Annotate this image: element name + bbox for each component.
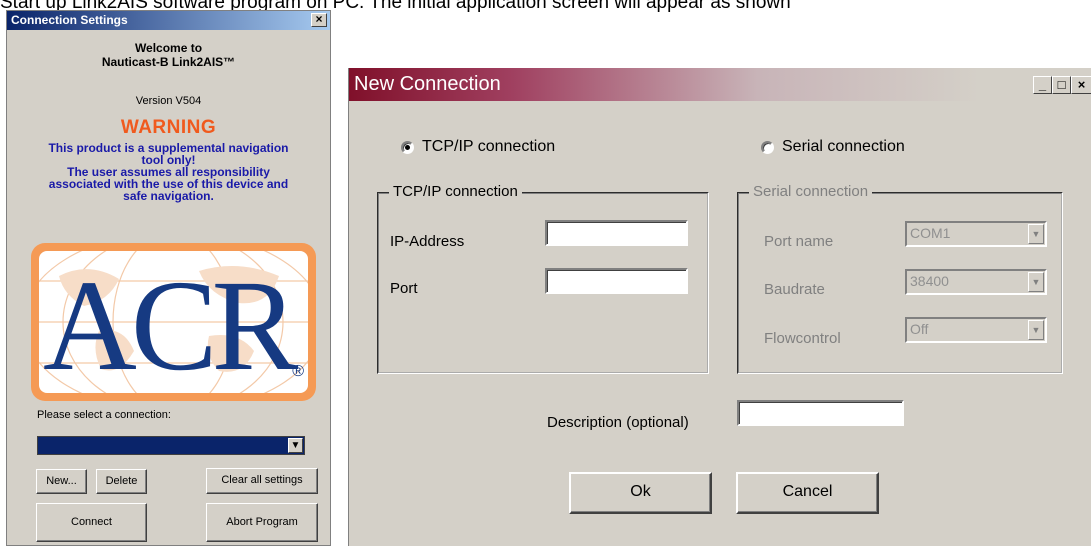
tcp-ip-radio[interactable]: TCP/IP connection: [401, 138, 555, 156]
flowcontrol-label: Flowcontrol: [764, 330, 841, 347]
ip-address-field[interactable]: [545, 220, 688, 246]
chevron-down-icon: ▼: [1028, 320, 1044, 340]
close-icon[interactable]: ×: [311, 13, 327, 27]
port-name-label: Port name: [764, 233, 834, 250]
warning-title: WARNING: [120, 117, 217, 138]
close-icon[interactable]: ×: [1071, 76, 1091, 94]
new-connection-title: New Connection: [354, 73, 501, 95]
chevron-down-icon: ▼: [1028, 272, 1044, 292]
radio-selected-icon: [401, 140, 414, 154]
clear-all-settings-button[interactable]: Clear all settings: [206, 468, 318, 494]
new-button[interactable]: New...: [36, 469, 87, 494]
delete-button[interactable]: Delete: [96, 469, 147, 494]
description-field[interactable]: [737, 400, 904, 426]
new-connection-titlebar[interactable]: New Connection _ □ ×: [349, 68, 1091, 101]
port-name-select: COM1 ▼: [905, 221, 1047, 247]
baudrate-select: 38400 ▼: [905, 269, 1047, 295]
flowcontrol-value: Off: [910, 321, 929, 337]
minimize-icon[interactable]: _: [1033, 76, 1052, 94]
cancel-button[interactable]: Cancel: [736, 472, 879, 514]
flowcontrol-select: Off ▼: [905, 317, 1047, 343]
new-connection-window: New Connection _ □ × TCP/IP connection S…: [348, 68, 1091, 546]
registered-icon: ®: [292, 363, 304, 380]
tcp-ip-group-legend: TCP/IP connection: [389, 183, 522, 200]
logo-text: ACR: [43, 254, 298, 393]
connection-select[interactable]: ▼: [37, 436, 305, 455]
description-label: Description (optional): [547, 414, 689, 431]
connection-settings-titlebar[interactable]: Connection Settings ×: [7, 11, 330, 30]
connect-button[interactable]: Connect: [36, 503, 147, 542]
product-name: Nauticast-B Link2AIS™: [101, 55, 236, 69]
port-field[interactable]: [545, 268, 688, 294]
baudrate-value: 38400: [910, 273, 949, 289]
warning-line: safe navigation.: [123, 189, 214, 203]
ip-address-label: IP-Address: [390, 233, 465, 250]
connection-settings-title: Connection Settings: [11, 13, 128, 27]
port-label: Port: [390, 280, 418, 297]
tcp-ip-radio-label: TCP/IP connection: [422, 138, 556, 155]
ok-button[interactable]: Ok: [569, 472, 712, 514]
serial-radio-label: Serial connection: [782, 138, 905, 155]
serial-radio[interactable]: Serial connection: [761, 138, 905, 156]
maximize-icon[interactable]: □: [1052, 76, 1071, 94]
select-connection-label: Please select a connection:: [37, 409, 171, 421]
port-name-value: COM1: [910, 225, 951, 241]
baudrate-label: Baudrate: [764, 281, 825, 298]
radio-unselected-icon: [761, 140, 774, 154]
acr-logo: ACR ®: [31, 243, 316, 401]
connection-settings-window: Connection Settings × Welcome to Nautica…: [6, 10, 331, 546]
chevron-down-icon[interactable]: ▼: [288, 438, 303, 453]
welcome-line: Welcome to: [134, 41, 203, 55]
logo-map-background: ACR ®: [39, 251, 308, 393]
abort-program-button[interactable]: Abort Program: [206, 503, 318, 542]
serial-group-legend: Serial connection: [749, 183, 873, 200]
version-text: Version V504: [135, 95, 202, 107]
chevron-down-icon: ▼: [1028, 224, 1044, 244]
